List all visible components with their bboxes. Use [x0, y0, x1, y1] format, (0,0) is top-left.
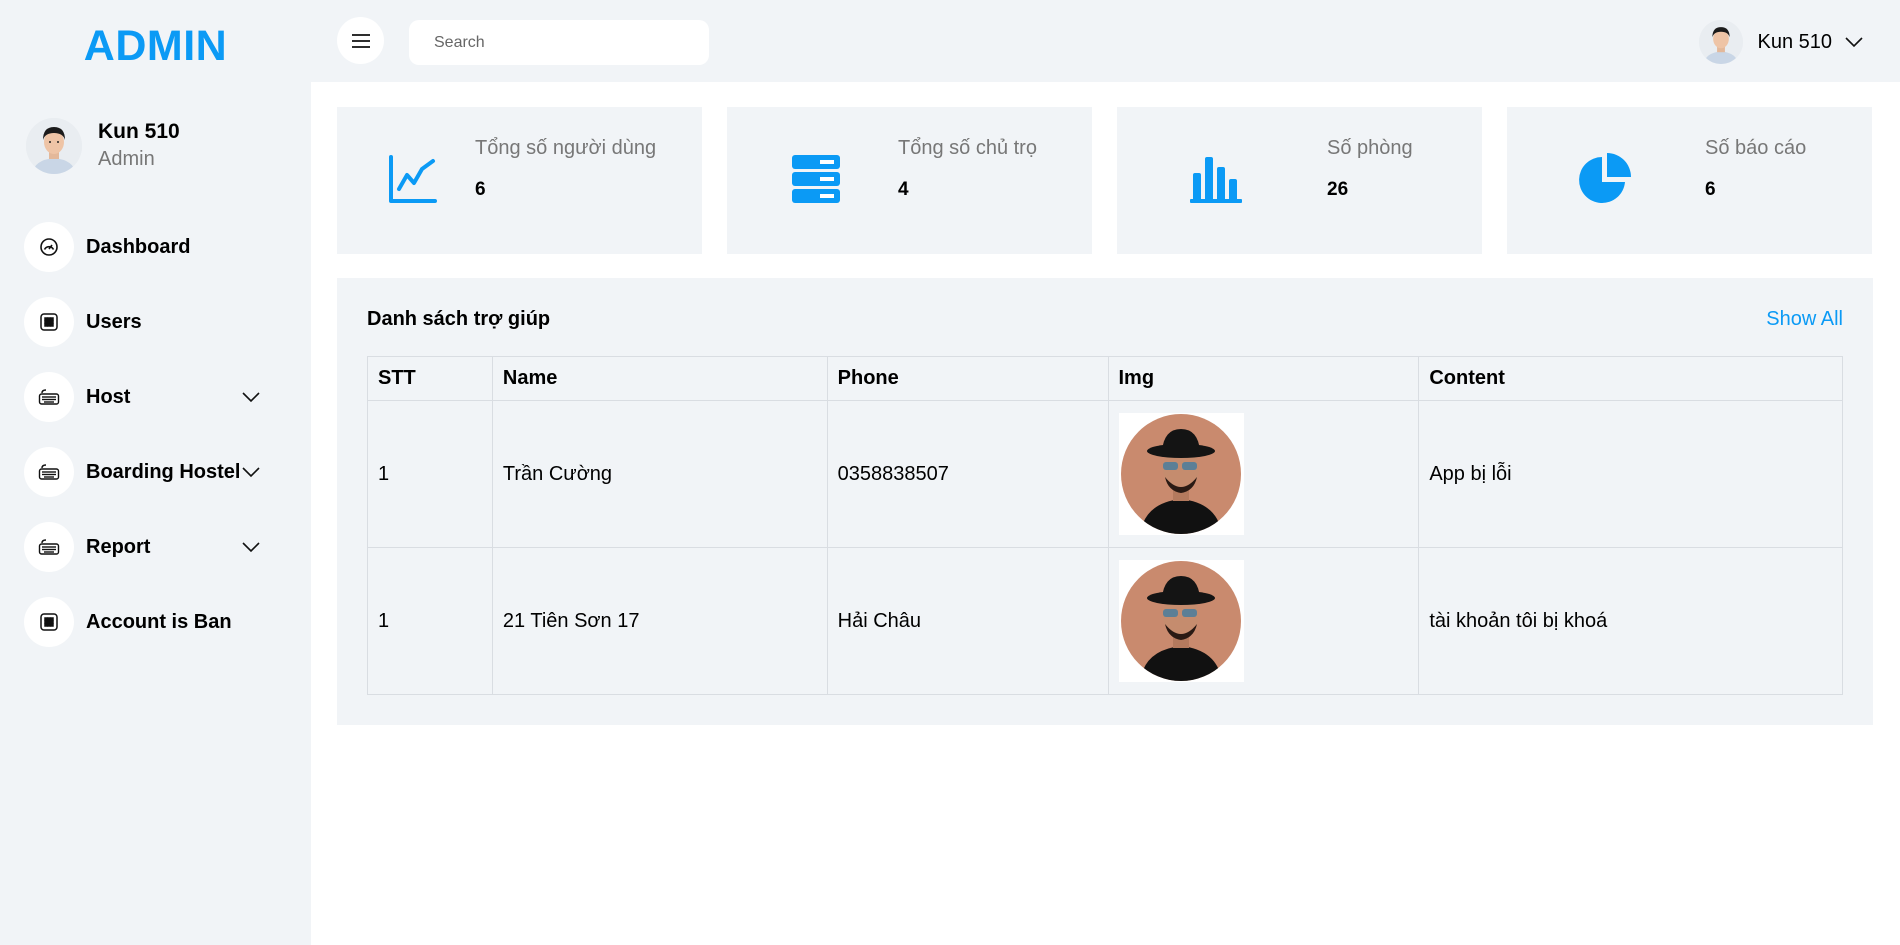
line-chart-icon	[389, 155, 437, 203]
cell-img	[1107, 547, 1420, 695]
sidebar-item-dashboard[interactable]: Dashboard	[24, 222, 274, 272]
menu-toggle-button[interactable]	[337, 17, 384, 64]
user-menu[interactable]: Kun 510	[1699, 20, 1864, 64]
keyboard-icon	[24, 447, 74, 497]
sidebar-nav: Dashboard Users Host Boarding Hostel Rep…	[24, 222, 274, 672]
sidebar-item-label: Dashboard	[86, 235, 191, 258]
profile-name: Kun 510	[98, 120, 180, 143]
main-content: Tổng số người dùng 6 Tổng số chủ trọ 4 S…	[311, 82, 1900, 945]
cell-content: App bị lỗi	[1418, 400, 1843, 548]
stat-card-rooms: Số phòng 26	[1117, 107, 1482, 254]
cell-name: Trần Cường	[491, 400, 828, 548]
stat-value: 6	[475, 179, 486, 200]
server-icon	[792, 155, 840, 203]
chevron-down-icon[interactable]	[241, 537, 261, 557]
table-row: 1 Trần Cường 0358838507 App bị lỗi	[367, 400, 1843, 548]
cell-img	[1107, 400, 1420, 548]
cell-stt: 1	[367, 400, 493, 548]
sidebar-item-account-ban[interactable]: Account is Ban	[24, 597, 274, 647]
table-row: 1 21 Tiên Sơn 17 Hải Châu tài khoản tôi …	[367, 547, 1843, 695]
stat-value: 6	[1705, 179, 1716, 200]
sidebar-item-label: Users	[86, 310, 142, 333]
keyboard-icon	[24, 372, 74, 422]
profile-role: Admin	[98, 148, 155, 170]
panel-title: Danh sách trợ giúp	[367, 308, 551, 330]
user-photo	[1118, 560, 1244, 682]
show-all-link[interactable]: Show All	[1766, 308, 1843, 331]
cell-phone: Hải Châu	[826, 547, 1109, 695]
stat-value: 26	[1327, 179, 1349, 200]
stat-value: 4	[898, 179, 909, 200]
stat-title: Tổng số người dùng	[475, 137, 657, 159]
help-requests-panel: Danh sách trợ giúp Show All STT Name Pho…	[337, 278, 1873, 725]
stat-card-users: Tổng số người dùng 6	[337, 107, 702, 254]
column-header: Phone	[826, 356, 1109, 401]
chevron-down-icon[interactable]	[241, 387, 261, 407]
search-input[interactable]	[409, 20, 709, 65]
cell-name: 21 Tiên Sơn 17	[491, 547, 828, 695]
bar-chart-icon	[1190, 157, 1242, 203]
column-header: Name	[491, 356, 828, 401]
cell-stt: 1	[367, 547, 493, 695]
sidebar-item-label: Report	[86, 535, 151, 558]
stat-title: Tổng số chủ trọ	[898, 137, 1037, 159]
sidebar-item-label: Boarding Hostel	[86, 460, 241, 483]
column-header: Img	[1107, 356, 1420, 401]
avatar	[26, 118, 82, 174]
sidebar-item-boarding-hostel[interactable]: Boarding Hostel	[24, 447, 274, 497]
column-header: STT	[367, 356, 493, 401]
sidebar-profile: Kun 510 Admin	[26, 118, 180, 174]
cell-phone: 0358838507	[826, 400, 1109, 548]
stat-card-reports: Số báo cáo 6	[1507, 107, 1872, 254]
sidebar-item-report[interactable]: Report	[24, 522, 274, 572]
sidebar-item-users[interactable]: Users	[24, 297, 274, 347]
chevron-down-icon	[1845, 37, 1863, 48]
cell-content: tài khoản tôi bị khoá	[1418, 547, 1843, 695]
stat-cards: Tổng số người dùng 6 Tổng số chủ trọ 4 S…	[337, 107, 1872, 254]
pie-chart-icon	[1579, 153, 1631, 203]
user-photo	[1118, 413, 1244, 535]
sidebar-item-label: Account is Ban	[86, 610, 232, 633]
sidebar-item-label: Host	[86, 385, 131, 408]
stat-card-hosts: Tổng số chủ trọ 4	[727, 107, 1092, 254]
grid-icon	[24, 297, 74, 347]
table-header-row: STT Name Phone Img Content	[367, 356, 1843, 401]
sidebar: ADMIN Kun 510 Admin Dashboard Users Host…	[0, 0, 311, 945]
help-table: STT Name Phone Img Content 1 Trần Cường …	[367, 356, 1843, 695]
user-name: Kun 510	[1757, 30, 1832, 53]
avatar	[1699, 20, 1744, 64]
column-header: Content	[1418, 356, 1843, 401]
stat-title: Số phòng	[1327, 137, 1413, 159]
speedometer-icon	[24, 222, 74, 272]
brand-logo: ADMIN	[83, 22, 228, 70]
sidebar-item-host[interactable]: Host	[24, 372, 274, 422]
hamburger-icon	[351, 33, 370, 48]
stat-title: Số báo cáo	[1705, 137, 1807, 159]
keyboard-icon	[24, 522, 74, 572]
grid-icon	[24, 597, 74, 647]
chevron-down-icon[interactable]	[241, 462, 261, 482]
